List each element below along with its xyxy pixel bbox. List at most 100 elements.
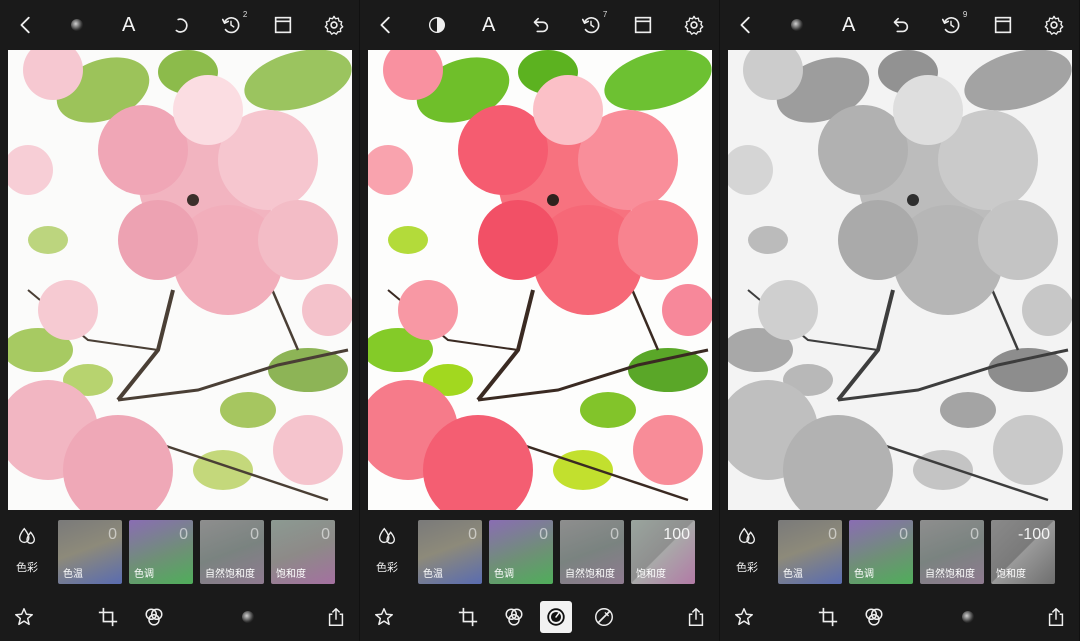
history-badge: 2 <box>242 10 248 19</box>
settings-button[interactable] <box>1036 7 1072 43</box>
filters-button[interactable] <box>498 601 530 633</box>
filters-button[interactable] <box>138 601 170 633</box>
temperature-tile[interactable]: 0 色温 <box>778 520 842 584</box>
bottom-toolbar <box>0 595 359 641</box>
top-toolbar: A 9 <box>720 0 1079 50</box>
undo-icon <box>533 17 549 33</box>
text-icon: A <box>121 13 136 36</box>
tint-tile[interactable]: 0 色调 <box>849 520 913 584</box>
bottom-toolbar <box>360 595 719 641</box>
undo-button[interactable] <box>522 7 558 43</box>
crop-button[interactable] <box>92 601 124 633</box>
chevron-left-icon <box>20 16 30 34</box>
saturation-label: 饱和度 <box>996 569 1026 580</box>
blurred-adjust-icon <box>962 611 974 623</box>
undo-icon <box>175 18 188 33</box>
photo-preview[interactable] <box>8 50 352 510</box>
vibrance-tile[interactable]: 0 自然饱和度 <box>200 520 264 584</box>
undo-button[interactable] <box>162 7 198 43</box>
screens: A 2 色彩 0 色温 0 色调 0 自然饱和度 0 饱和度 A 7 色彩 0 … <box>0 0 1080 641</box>
screen-desaturated: A 9 色彩 0 色温 0 色调 0 自然饱和度 -100 饱和度 <box>720 0 1080 641</box>
auto-enhance-button[interactable] <box>419 7 455 43</box>
saturation-tile[interactable]: 100 饱和度 <box>631 520 695 584</box>
temperature-label: 色温 <box>783 569 803 580</box>
back-button[interactable] <box>368 7 404 43</box>
favorite-button[interactable] <box>8 601 40 633</box>
tint-value: 0 <box>179 526 188 543</box>
tint-label: 色调 <box>134 569 154 580</box>
compare-split-icon <box>274 16 291 34</box>
share-button[interactable] <box>680 601 712 633</box>
share-button[interactable] <box>1040 601 1072 633</box>
crop-button[interactable] <box>812 601 844 633</box>
share-icon <box>1048 608 1064 626</box>
history-icon <box>942 16 960 34</box>
adjust-panel: 色彩 0 色温 0 色调 0 自然饱和度 0 饱和度 <box>0 515 359 590</box>
text-button[interactable]: A <box>471 7 507 43</box>
compare-button[interactable] <box>625 7 661 43</box>
crop-icon <box>458 607 478 627</box>
photo-preview[interactable] <box>728 50 1072 510</box>
adjust-button[interactable] <box>952 601 984 633</box>
temperature-tile[interactable]: 0 色温 <box>418 520 482 584</box>
history-icon <box>582 16 600 34</box>
tint-tile[interactable]: 0 色调 <box>129 520 193 584</box>
history-button[interactable]: 9 <box>933 7 969 43</box>
saturation-value: 0 <box>321 526 330 543</box>
blurred-icon <box>791 19 804 31</box>
retouch-button[interactable] <box>588 601 620 633</box>
favorite-button[interactable] <box>728 601 760 633</box>
vibrance-tile[interactable]: 0 自然饱和度 <box>920 520 984 584</box>
adjust-panel: 色彩 0 色温 0 色调 0 自然饱和度 -100 饱和度 <box>720 515 1079 590</box>
vibrance-value: 0 <box>250 526 259 543</box>
brush-icon <box>595 608 613 626</box>
filter-preview-button[interactable] <box>59 7 95 43</box>
undo-button[interactable] <box>882 7 918 43</box>
color-category[interactable]: 色彩 <box>4 515 50 585</box>
tint-tile[interactable]: 0 色调 <box>489 520 553 584</box>
vibrance-tile[interactable]: 0 自然饱和度 <box>560 520 624 584</box>
temperature-value: 0 <box>828 526 837 543</box>
text-button[interactable]: A <box>831 7 867 43</box>
favorite-button[interactable] <box>368 601 400 633</box>
color-category[interactable]: 色彩 <box>724 515 770 585</box>
blurred-adjust-icon <box>242 611 254 623</box>
temperature-value: 0 <box>468 526 477 543</box>
color-category[interactable]: 色彩 <box>364 515 410 585</box>
share-button[interactable] <box>320 601 352 633</box>
compare-button[interactable] <box>265 7 301 43</box>
vibrance-label: 自然饱和度 <box>565 569 615 580</box>
vibrance-value: 0 <box>970 526 979 543</box>
contrast-icon <box>429 16 446 34</box>
gear-icon <box>684 15 704 35</box>
temperature-value: 0 <box>108 526 117 543</box>
adjust-dial-icon <box>547 608 565 626</box>
adjust-button[interactable] <box>232 601 264 633</box>
saturation-tile[interactable]: -100 饱和度 <box>991 520 1055 584</box>
history-button[interactable]: 7 <box>573 7 609 43</box>
chevron-left-icon <box>380 16 390 34</box>
droplets-icon <box>18 527 36 545</box>
star-icon <box>375 608 393 626</box>
adjust-panel: 色彩 0 色温 0 色调 0 自然饱和度 100 饱和度 <box>360 515 719 590</box>
saturation-tile[interactable]: 0 饱和度 <box>271 520 335 584</box>
back-button[interactable] <box>8 7 44 43</box>
filter-preview-button[interactable] <box>779 7 815 43</box>
bottom-toolbar <box>720 595 1079 641</box>
droplets-icon <box>378 527 396 545</box>
filters-button[interactable] <box>858 601 890 633</box>
settings-button[interactable] <box>316 7 352 43</box>
cherry-blossom-photo <box>8 50 352 510</box>
cherry-blossom-photo-grayscale <box>728 50 1072 510</box>
adjust-button[interactable] <box>540 601 572 633</box>
crop-button[interactable] <box>452 601 484 633</box>
temperature-tile[interactable]: 0 色温 <box>58 520 122 584</box>
undo-icon <box>893 17 909 33</box>
back-button[interactable] <box>728 7 764 43</box>
text-button[interactable]: A <box>111 7 147 43</box>
settings-button[interactable] <box>676 7 712 43</box>
compare-button[interactable] <box>985 7 1021 43</box>
photo-preview[interactable] <box>368 50 712 510</box>
saturation-value: 100 <box>663 526 690 543</box>
history-button[interactable]: 2 <box>213 7 249 43</box>
